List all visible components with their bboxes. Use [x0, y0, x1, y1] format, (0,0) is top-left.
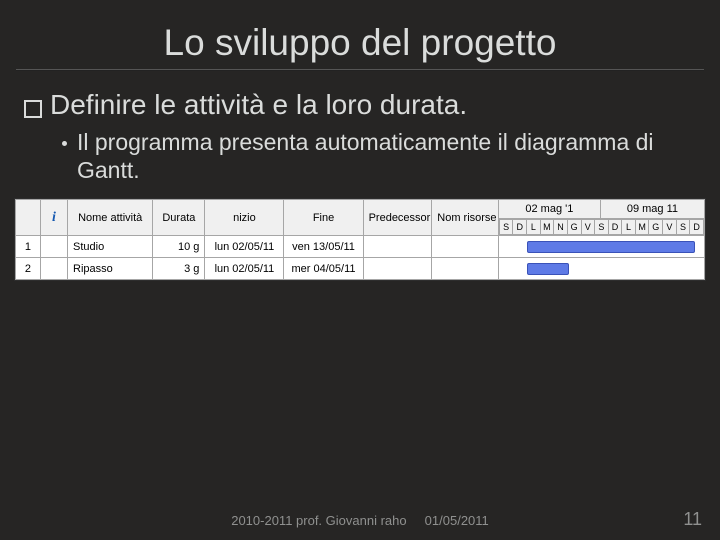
day-header: V: [581, 220, 595, 235]
day-header: V: [663, 220, 677, 235]
day-header: S: [676, 220, 690, 235]
cell-start: lun 02/05/11: [205, 258, 284, 280]
bullet-text: Definire le attività e la loro durata.: [50, 89, 467, 121]
cell-res: [432, 236, 499, 258]
row-num: 2: [16, 258, 41, 280]
col-duration: Durata: [153, 200, 205, 236]
gantt-screenshot: i Nome attività Durata nizio Fine Predec…: [14, 198, 706, 281]
col-end: Fine: [284, 200, 363, 236]
cell-end: ven 13/05/11: [284, 236, 363, 258]
col-pred: Predecessor: [363, 200, 432, 236]
gantt-bar: [527, 241, 695, 253]
footer: 2010-2011 prof. Giovanni raho 01/05/2011: [0, 513, 720, 528]
cell-dur: 3 g: [153, 258, 205, 280]
day-header: D: [608, 220, 622, 235]
day-header: M: [635, 220, 649, 235]
content-area: Definire le attività e la loro durata. I…: [0, 71, 720, 184]
gantt-bar-cell: [498, 258, 704, 280]
page-number: 11: [683, 509, 702, 530]
day-header: M: [540, 220, 554, 235]
col-name: Nome attività: [68, 200, 153, 236]
dot-bullet-icon: [62, 141, 67, 146]
week-1: 02 mag '1: [498, 200, 600, 219]
day-header: S: [499, 220, 513, 235]
header-row-1: i Nome attività Durata nizio Fine Predec…: [16, 200, 705, 219]
cell-pred: [363, 258, 432, 280]
bullet-item: Definire le attività e la loro durata.: [24, 89, 696, 121]
table-row: 2 Ripasso 3 g lun 02/05/11 mer 04/05/11: [16, 258, 705, 280]
cell-end: mer 04/05/11: [284, 258, 363, 280]
cell-res: [432, 258, 499, 280]
day-header: S: [595, 220, 609, 235]
footer-date: 01/05/2011: [425, 513, 489, 528]
day-header: L: [527, 220, 541, 235]
footer-author: 2010-2011 prof. Giovanni raho: [231, 513, 406, 528]
info-icon: i: [52, 210, 56, 225]
square-bullet-icon: [24, 100, 42, 118]
slide-title: Lo sviluppo del progetto: [0, 0, 720, 64]
cell-name: Studio: [68, 236, 153, 258]
week-2: 09 mag 11: [600, 200, 704, 219]
day-header: G: [567, 220, 581, 235]
cell-dur: 10 g: [153, 236, 205, 258]
sub-bullet-item: Il programma presenta automaticamente il…: [62, 129, 696, 184]
sub-bullet-text: Il programma presenta automaticamente il…: [77, 129, 696, 184]
day-header: D: [690, 220, 704, 235]
table-row: 1 Studio 10 g lun 02/05/11 ven 13/05/11: [16, 236, 705, 258]
day-header: G: [649, 220, 663, 235]
day-header: L: [622, 220, 636, 235]
row-num: 1: [16, 236, 41, 258]
cell-name: Ripasso: [68, 258, 153, 280]
col-start: nizio: [205, 200, 284, 236]
gantt-bar: [527, 263, 569, 275]
day-header: N: [554, 220, 568, 235]
day-header: D: [513, 220, 527, 235]
cell-start: lun 02/05/11: [205, 236, 284, 258]
gantt-table: i Nome attività Durata nizio Fine Predec…: [15, 199, 705, 280]
gantt-bar-cell: [498, 236, 704, 258]
cell-pred: [363, 236, 432, 258]
col-res: Nom risorse: [432, 200, 499, 236]
